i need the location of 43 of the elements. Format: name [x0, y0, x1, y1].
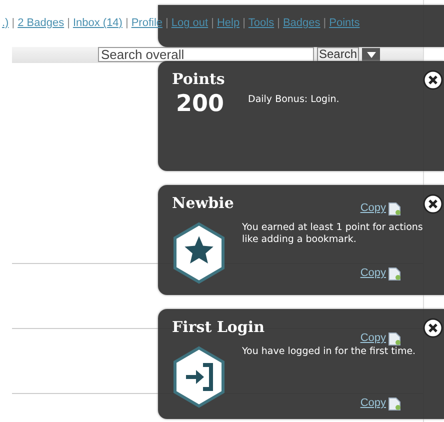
separator: |: [323, 16, 326, 31]
badge-icon: [172, 222, 226, 284]
search-field[interactable]: Search overall: [98, 47, 314, 62]
separator: |: [12, 16, 15, 31]
notification-title: First Login: [172, 317, 264, 337]
copy-link[interactable]: Copy: [360, 397, 386, 410]
close-button[interactable]: [423, 318, 443, 338]
nav-link[interactable]: Tools: [248, 15, 274, 32]
nav-link[interactable]: Log out: [171, 15, 208, 32]
badge-icon: [172, 346, 226, 408]
separator: |: [211, 16, 214, 31]
separator: |: [277, 16, 280, 31]
copy-link[interactable]: Copy: [360, 267, 386, 280]
caret-icon: [366, 52, 376, 58]
separator: |: [125, 16, 128, 31]
nav-link[interactable]: 2 Badges: [18, 15, 64, 32]
document-icon: [388, 332, 401, 346]
notification-message: You have logged in for the first time.: [242, 346, 417, 358]
copy-link[interactable]: Copy: [360, 332, 386, 345]
notification-title: Points: [172, 69, 225, 89]
document-icon: [388, 396, 401, 410]
close-icon: [423, 70, 443, 90]
close-icon: [423, 194, 443, 214]
separator: |: [166, 16, 168, 31]
close-button[interactable]: [423, 194, 443, 214]
nav-link[interactable]: .): [2, 15, 9, 32]
close-icon: [423, 318, 443, 338]
document-icon: [388, 266, 401, 280]
nav-link[interactable]: Badges: [282, 15, 320, 32]
points-amount: 200: [176, 90, 224, 118]
dropdown-button[interactable]: [362, 48, 380, 61]
notification-title: Newbie: [172, 193, 234, 213]
nav-link[interactable]: Inbox (14): [72, 15, 122, 32]
separator: |: [67, 16, 70, 31]
separator: |: [242, 16, 246, 31]
document-icon: [388, 202, 401, 216]
nav-link[interactable]: Help: [216, 15, 240, 32]
notification-message: Daily Bonus: Login.: [248, 94, 340, 106]
notification-message: You earned at least 1 point for actions like adding a bookmark.: [242, 222, 424, 246]
close-button[interactable]: [423, 70, 443, 90]
copy-link[interactable]: Copy: [360, 202, 386, 215]
nav-link[interactable]: Points: [329, 15, 360, 32]
search-button[interactable]: Search: [317, 47, 360, 62]
